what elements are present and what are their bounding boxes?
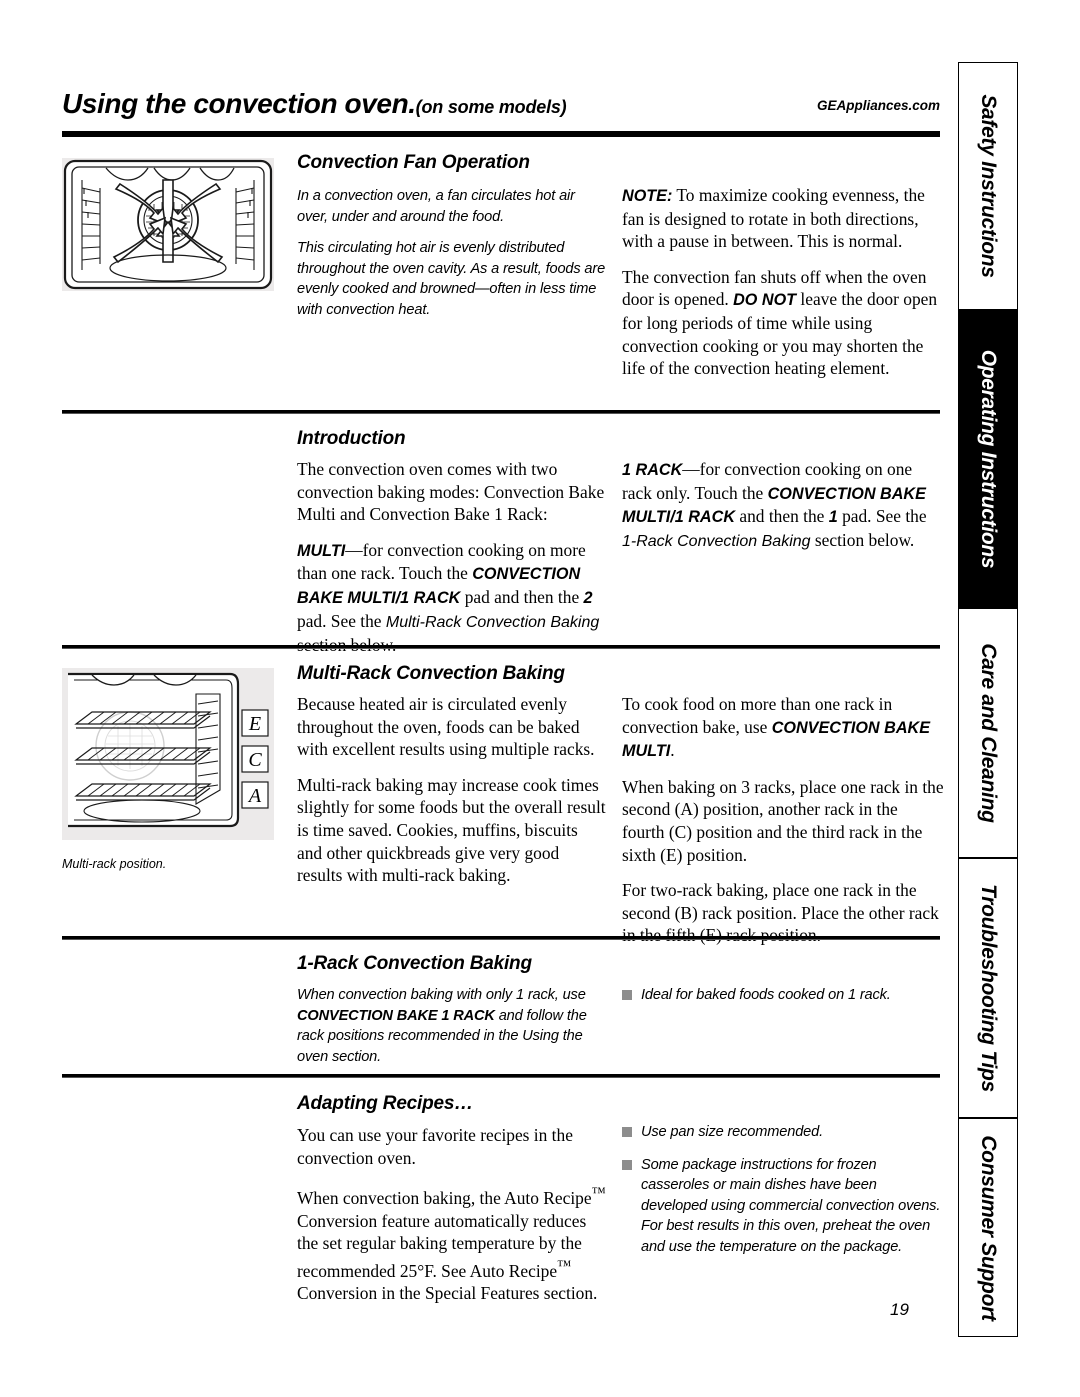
intro-left-p1: The convection oven comes with two conve… (297, 459, 605, 525)
list-item: Ideal for baked foods cooked on 1 rack. (622, 985, 940, 1006)
multirack-right-text: To cook food on more than one rack in co… (622, 693, 944, 960)
page-title: Using the convection oven.(on some model… (62, 88, 567, 123)
rack-c: pad. See the (837, 506, 927, 527)
fan-right-text: NOTE: To maximize cooking evenness, the … (622, 184, 944, 393)
multirack-left-p1: Because heated air is circulated evenly … (297, 694, 595, 760)
trademark-symbol-1: ™ (591, 1185, 606, 1202)
tab-care-and-cleaning[interactable]: Care and Cleaning (958, 608, 1018, 858)
header-divider (62, 131, 940, 137)
rack-d: section below. (810, 529, 915, 550)
onerack-bullet-list: Ideal for baked foods cooked on 1 rack. (622, 985, 940, 1018)
section-heading-multi-rack: Multi-Rack Convection Baking (297, 663, 565, 684)
tab-label: Care and Cleaning (977, 643, 1000, 823)
list-item: Use pan size recommended. (622, 1122, 942, 1143)
tab-consumer-support[interactable]: Consumer Support (958, 1118, 1018, 1337)
multirack-right-p2: When baking on 3 racks, place one rack i… (622, 776, 944, 865)
divider-after-introduction (62, 645, 940, 649)
page-title-main: Using the convection oven. (62, 88, 416, 119)
onerack-left-text: When convection baking with only 1 rack,… (297, 985, 609, 1078)
tab-troubleshooting-tips[interactable]: Troubleshooting Tips (958, 858, 1018, 1118)
list-item: Some package instructions for frozen cas… (622, 1155, 942, 1258)
one-rack-label: 1 RACK (622, 461, 683, 479)
multi-label: MULTI (297, 541, 346, 560)
trademark-symbol-2: ™ (557, 1257, 572, 1274)
adapting-left-text: You can use your favorite recipes in the… (297, 1124, 607, 1318)
multi-c: pad. See the (297, 610, 386, 631)
tab-label: Consumer Support (977, 1134, 1000, 1321)
fan-right-p2: The convection fan shuts off when the ov… (622, 266, 944, 380)
intro-1rack-paragraph: 1 RACK—for convection cooking on one rac… (622, 458, 944, 553)
onerack-left-p1: When convection baking with only 1 rack,… (297, 985, 609, 1067)
divider-after-multirack (62, 936, 940, 940)
section-heading-one-rack: 1-Rack Convection Baking (297, 953, 532, 974)
fan-note: NOTE: To maximize cooking evenness, the … (622, 184, 944, 253)
oven-fan-illustration (63, 159, 273, 290)
one-rack-pad-number: 1 (828, 508, 838, 527)
page-number: 19 (890, 1300, 909, 1319)
adapting-left-a: When convection baking, the Auto Recipe (297, 1187, 592, 1208)
do-not-emphasis: DO NOT (733, 291, 797, 310)
tab-safety-instructions[interactable]: Safety Instructions (958, 62, 1018, 310)
convection-bake-1-rack-emphasis: CONVECTION BAKE 1 RACK (297, 1007, 495, 1024)
multi-b: pad and then the (460, 586, 584, 607)
adapting-left-c: Conversion in the Special Features secti… (297, 1283, 598, 1304)
svg-text:E: E (248, 713, 261, 735)
multi-rack-figure-caption: Multi-rack position. (62, 857, 167, 871)
multi-section-ref: Multi-Rack Convection Baking (385, 613, 600, 631)
introduction-left-text: The convection oven comes with two conve… (297, 458, 607, 670)
oven-racks-illustration: E C A (68, 672, 269, 828)
manual-page: Using the convection oven.(on some model… (0, 0, 1080, 1397)
multi-pad-number: 2 (583, 588, 593, 607)
one-rack-section-ref: 1-Rack Convection Baking (622, 532, 811, 550)
page-title-sub: (on some models) (415, 97, 567, 117)
multirack-right-p1: To cook food on more than one rack in co… (622, 693, 944, 763)
website-link[interactable]: GEAppliances.com (817, 98, 940, 113)
rack-label-boxes: E C A (241, 709, 269, 809)
tab-label: Safety Instructions (977, 94, 1000, 278)
tab-label: Operating Instructions (977, 349, 1000, 569)
fan-left-p2: This circulating hot air is evenly distr… (297, 240, 606, 318)
adapting-bullet-list: Use pan size recommended. Some package i… (622, 1122, 942, 1269)
section-heading-introduction: Introduction (297, 428, 406, 449)
page-header: Using the convection oven.(on some model… (62, 88, 940, 134)
rack-b: and then the (735, 506, 829, 527)
svg-text:A: A (247, 785, 262, 807)
section-heading-fan-operation: Convection Fan Operation (297, 152, 530, 173)
fan-left-p1: In a convection oven, a fan circulates h… (297, 188, 575, 225)
adapting-left-b: Conversion feature automatically reduces… (297, 1210, 587, 1281)
intro-multi-paragraph: MULTI—for convection cooking on more tha… (297, 539, 607, 657)
adapting-left-p2: When convection baking, the Auto Recipe™… (297, 1182, 607, 1305)
divider-after-onerack (62, 1074, 940, 1078)
svg-text:C: C (248, 749, 262, 771)
onerack-left-a: When convection baking with only 1 rack,… (297, 987, 586, 1003)
multirack-left-text: Because heated air is circulated evenly … (297, 693, 607, 900)
adapting-left-p1: You can use your favorite recipes in the… (297, 1125, 573, 1168)
fan-left-text: In a convection oven, a fan circulates h… (297, 186, 607, 331)
multirack-left-p2: Multi-rack baking may increase cook time… (297, 774, 606, 886)
tab-operating-instructions[interactable]: Operating Instructions (958, 310, 1018, 608)
multi-rack-figure: E C A (62, 668, 274, 840)
tab-label: Troubleshooting Tips (977, 884, 1000, 1092)
note-label: NOTE: (622, 187, 673, 205)
section-heading-adapting-recipes: Adapting Recipes… (297, 1093, 474, 1114)
convection-fan-figure (62, 158, 274, 291)
introduction-right-text: 1 RACK—for convection cooking on one rac… (622, 458, 944, 566)
divider-after-fan (62, 410, 940, 414)
multirack-right-p1-b: . (670, 740, 675, 761)
section-tab-rail: Safety Instructions Operating Instructio… (958, 62, 1018, 1337)
